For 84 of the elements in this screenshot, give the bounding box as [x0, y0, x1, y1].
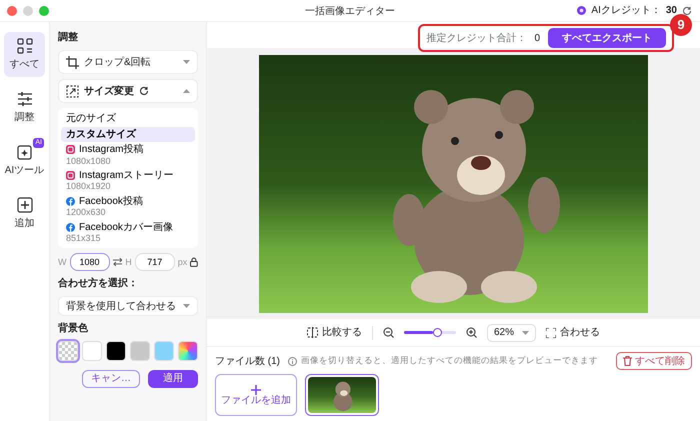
sidebar-tab[interactable]: 追加 [4, 191, 45, 236]
size-name: Instagramストーリー [79, 170, 174, 182]
size-name: Facebook投稿 [79, 196, 143, 208]
sidebar-tab[interactable]: すべて [4, 32, 45, 77]
image-thumbnail[interactable] [305, 374, 379, 416]
size-dimensions: 851x315 [66, 233, 102, 244]
color-swatch[interactable] [130, 341, 150, 362]
export-all-button[interactable]: すべてエクスポート [548, 28, 666, 48]
background-color-label: 背景色 [58, 322, 89, 336]
plus-icon [251, 384, 261, 394]
step-number-badge: 9 [670, 14, 692, 36]
zoom-out-icon [382, 327, 394, 338]
section-title: クロップ&回転 [84, 56, 151, 70]
fit-button[interactable]: 合わせる [546, 325, 600, 340]
sidebar-tab[interactable]: 調整 [4, 85, 45, 130]
trash-icon [623, 356, 632, 366]
fit-dropdown[interactable]: 背景を使用して合わせる [58, 296, 198, 316]
color-swatch[interactable] [178, 341, 198, 362]
panel-heading: 調整 [58, 30, 79, 45]
size-name: Instagram投稿 [79, 144, 144, 156]
zoom-in-icon [466, 327, 477, 338]
cancel-button[interactable]: キャン… [82, 370, 140, 388]
add-file-button[interactable]: ファイルを追加 [215, 374, 297, 416]
camera-icon [66, 145, 75, 154]
credit-estimate-label: 推定クレジット合計： [426, 32, 526, 46]
sparkle-box-icon [16, 143, 34, 161]
refresh-icon [682, 6, 692, 16]
zoom-dropdown[interactable]: 62% [486, 324, 536, 342]
section-title: サイズ変更 [84, 84, 134, 98]
grid-icon [16, 37, 34, 55]
compare-button[interactable]: 比較する [306, 325, 362, 340]
color-swatch[interactable] [82, 341, 102, 362]
slider-thumb[interactable] [432, 328, 442, 337]
color-swatch[interactable] [106, 341, 126, 362]
swap-arrows-icon [112, 258, 122, 266]
resize-icon [66, 84, 79, 98]
size-dimensions: 1200x630 [66, 207, 107, 218]
camera-icon [66, 171, 75, 180]
lock-icon [190, 257, 198, 268]
reset-icon [139, 86, 149, 96]
split-view-icon [306, 327, 318, 338]
delete-all-button[interactable]: すべて削除 [616, 352, 692, 370]
size-option[interactable]: Facebook投稿 1200x630 [61, 194, 195, 220]
close-window-button[interactable] [7, 6, 17, 16]
size-name: カスタムサイズ [66, 128, 136, 140]
fit-label: 合わせ方を選択： [58, 276, 139, 292]
plus-box-icon [16, 196, 34, 214]
height-field[interactable]: 717 [134, 253, 175, 272]
credit-estimate-value: 0 [534, 32, 540, 46]
size-name: Facebookカバー画像 [79, 222, 173, 234]
f-circle-icon [66, 196, 75, 206]
caret-down-icon [183, 60, 190, 64]
caret-down-icon [183, 304, 190, 308]
fit-corners-icon [546, 328, 556, 338]
size-option[interactable]: Instagramストーリー 1080x1920 [61, 168, 195, 194]
size-option[interactable]: 元のサイズ [61, 111, 195, 126]
width-label: W [58, 256, 66, 269]
size-dimensions: 1080x1920 [66, 181, 112, 192]
width-field[interactable]: 1080 [70, 253, 110, 272]
size-option[interactable]: カスタムサイズ [61, 126, 195, 142]
info-icon [288, 356, 297, 366]
zoom-window-button[interactable] [39, 6, 49, 16]
size-dimensions: 1080x1080 [66, 156, 112, 166]
preview-hint: 画像を切り替えると、適用したすべての機能の結果をプレビューできます [301, 356, 598, 366]
size-name: 元のサイズ [66, 113, 116, 124]
zoom-slider-fill[interactable] [404, 331, 433, 334]
apply-button[interactable]: 適用 [148, 370, 198, 388]
accordion-header[interactable]: サイズ変更 [58, 79, 198, 103]
accordion-header[interactable]: クロップ&回転 [58, 50, 198, 74]
color-swatch[interactable] [154, 341, 174, 362]
height-label: H [125, 256, 132, 269]
crop-icon [66, 56, 79, 68]
credit-coin-icon [577, 6, 586, 15]
size-option[interactable]: Instagram投稿 1080x1080 [61, 142, 195, 168]
caret-up-icon [183, 89, 190, 93]
caret-down-icon [522, 330, 529, 334]
sliders-icon [16, 90, 34, 108]
size-option[interactable]: Facebookカバー画像 851x315 [61, 220, 195, 246]
credit-label: AIクレジット： [591, 4, 661, 18]
window-title: 一括画像エディター [305, 6, 395, 17]
unit-label: px [178, 256, 188, 269]
file-count: ファイル数 (1) [215, 354, 280, 368]
f-circle-icon [66, 222, 75, 232]
color-swatch[interactable] [58, 341, 78, 362]
